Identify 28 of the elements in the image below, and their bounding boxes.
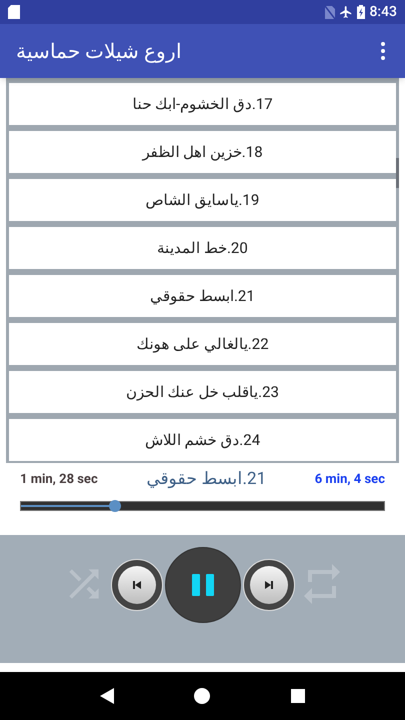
home-icon[interactable] xyxy=(194,688,210,704)
scrollbar xyxy=(396,158,399,188)
now-playing-title: 21.ابسط حقوقي xyxy=(146,468,266,492)
track-item[interactable]: 21.ابسط حقوقي xyxy=(9,275,396,317)
track-item[interactable]: 23.ياقلب خل عنك الحزن xyxy=(9,371,396,413)
sd-card-icon xyxy=(8,5,20,19)
total-duration: 6 min, 4 sec xyxy=(314,471,385,490)
previous-button[interactable] xyxy=(110,559,162,611)
seek-thumb[interactable] xyxy=(109,500,122,512)
recents-icon[interactable] xyxy=(290,689,305,703)
track-item[interactable]: 19.ياسايق الشاص xyxy=(9,179,396,221)
skip-previous-icon xyxy=(132,580,142,590)
pause-icon xyxy=(190,572,216,598)
track-item[interactable]: 18.خزين اهل الظفر xyxy=(9,131,396,173)
battery-icon xyxy=(357,5,366,19)
app-title: اروع شيلات حماسية xyxy=(16,38,182,65)
skip-next-icon xyxy=(264,580,274,590)
seek-bar[interactable] xyxy=(20,501,385,511)
track-item[interactable]: 20.خط المدينة xyxy=(9,227,396,269)
no-sim-icon xyxy=(325,6,336,18)
track-item[interactable]: 17.دق الخشوم-ابك حنا xyxy=(9,83,396,125)
track-item[interactable]: 24.دق خشم اللاش xyxy=(9,419,396,461)
airplane-icon xyxy=(339,5,354,19)
clock: 8:43 xyxy=(369,2,397,22)
elapsed-time: 1 min, 28 sec xyxy=(20,471,98,490)
back-icon[interactable] xyxy=(100,688,114,704)
track-item[interactable]: 22.يالغالي على هونك xyxy=(9,323,396,365)
next-button[interactable] xyxy=(242,559,294,611)
